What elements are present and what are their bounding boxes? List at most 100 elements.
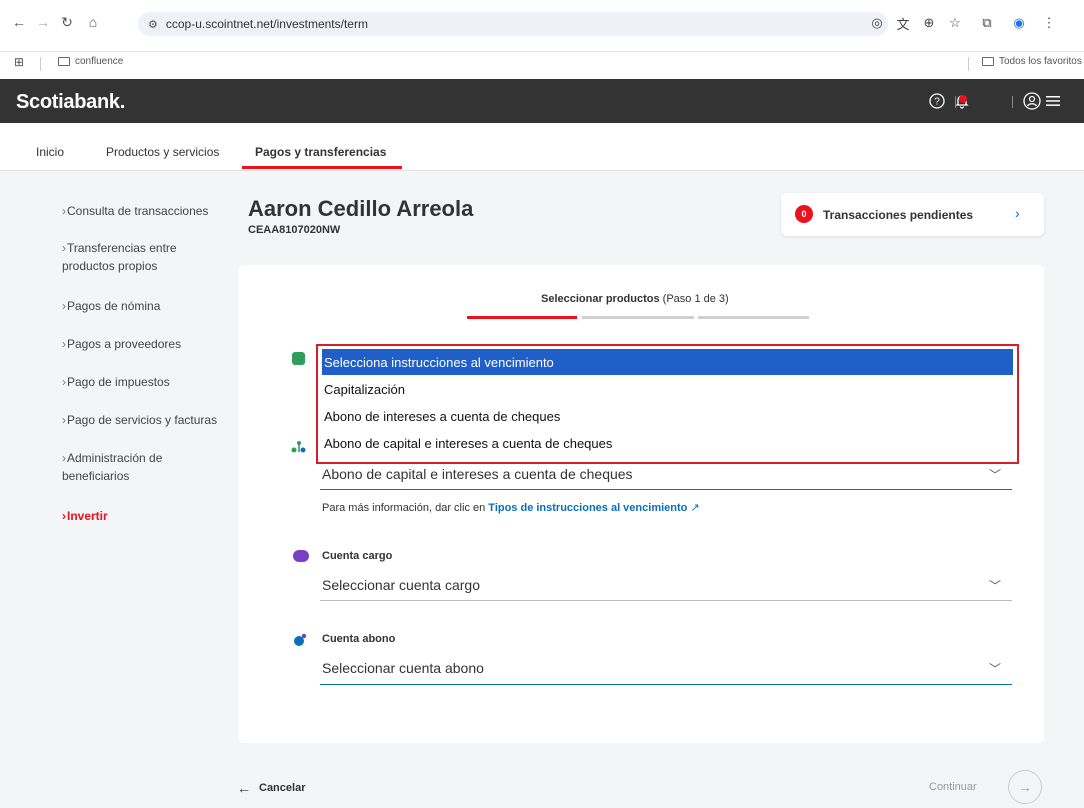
home-icon[interactable]: ⌂ bbox=[82, 11, 104, 33]
bookmark-folder-confluence[interactable]: confluence bbox=[58, 56, 123, 67]
sidebar-item-label: Pago de servicios y facturas bbox=[67, 413, 218, 427]
plant-icon bbox=[291, 440, 307, 454]
chevron-right-icon: › bbox=[62, 241, 66, 255]
chevron-right-icon: › bbox=[62, 451, 66, 465]
chevron-right-icon: › bbox=[62, 299, 66, 313]
all-bookmarks[interactable]: Todos los favoritos bbox=[982, 56, 1082, 67]
svg-text:?: ? bbox=[934, 97, 940, 108]
scotiabank-logo[interactable]: Scotiabank. bbox=[16, 91, 125, 114]
chevron-right-icon: › bbox=[62, 337, 66, 351]
translate-icon[interactable]: 文 bbox=[892, 12, 914, 34]
bookmark-folder-label: confluence bbox=[75, 56, 124, 67]
active-nav-indicator bbox=[242, 166, 402, 169]
star-icon[interactable]: ☆ bbox=[944, 12, 966, 34]
back-icon[interactable]: ← bbox=[8, 11, 30, 33]
info-prefix: Para más información, dar clic en bbox=[322, 502, 489, 514]
step-indicator-2 bbox=[582, 316, 694, 319]
step-counter: (Paso 1 de 3) bbox=[662, 293, 729, 305]
nav-inicio[interactable]: Inicio bbox=[36, 145, 64, 159]
sidebar-item-invertir[interactable]: ›Invertir bbox=[62, 507, 108, 525]
cancel-button[interactable]: ← Cancelar bbox=[237, 780, 305, 796]
dropdown-option[interactable]: Capitalización bbox=[322, 376, 1013, 402]
sidebar-item-pagos-proveedores[interactable]: ›Pagos a proveedores bbox=[62, 335, 181, 353]
user-avatar-icon[interactable] bbox=[1022, 90, 1042, 112]
step-name: Seleccionar productos bbox=[541, 293, 660, 305]
user-id: CEAA8107020NW bbox=[248, 224, 341, 236]
arrow-right-icon: → bbox=[1018, 779, 1032, 795]
cuenta-cargo-label: Cuenta cargo bbox=[322, 550, 393, 562]
cuenta-abono-label: Cuenta abono bbox=[322, 633, 396, 645]
cuenta-cargo-select[interactable]: Seleccionar cuenta cargo bbox=[322, 577, 480, 593]
dropdown-option[interactable]: Abono de intereses a cuenta de cheques bbox=[322, 403, 1013, 429]
external-link-icon[interactable]: ↗ bbox=[690, 502, 699, 514]
sidebar-item-pagos-nomina[interactable]: ›Pagos de nómina bbox=[62, 297, 160, 315]
coin-icon bbox=[293, 633, 307, 647]
sidebar-item-pago-impuestos[interactable]: ›Pago de impuestos bbox=[62, 373, 170, 391]
folder-icon bbox=[58, 57, 70, 66]
chevron-right-icon: › bbox=[62, 204, 66, 218]
folder-icon bbox=[982, 57, 994, 66]
chevron-down-icon[interactable]: ﹀ bbox=[989, 577, 1001, 594]
instructions-types-link[interactable]: Tipos de instrucciones al vencimiento bbox=[488, 502, 687, 514]
sidebar-item-administracion-beneficiarios[interactable]: ›Administración de beneficiarios bbox=[62, 449, 192, 485]
hamburger-menu-icon[interactable] bbox=[1044, 90, 1062, 112]
location-icon[interactable]: ◎ bbox=[866, 12, 888, 34]
continue-label: Continuar bbox=[929, 781, 977, 793]
extensions-icon[interactable]: ⧉ bbox=[976, 12, 998, 34]
url-text: ccop-u.scointnet.net/investments/term bbox=[165, 17, 368, 31]
zoom-icon[interactable]: ⊕ bbox=[918, 12, 940, 34]
sidebar-item-label: Pago de impuestos bbox=[67, 375, 170, 389]
site-settings-icon[interactable]: ⚙ bbox=[148, 18, 158, 31]
notification-dot bbox=[959, 95, 967, 103]
continue-button[interactable]: → bbox=[1008, 770, 1042, 804]
step-indicator-1 bbox=[467, 316, 577, 319]
arrow-left-icon: ← bbox=[237, 780, 251, 796]
profile-icon[interactable]: ◉ bbox=[1008, 12, 1030, 34]
instructions-info: Para más información, dar clic en Tipos … bbox=[322, 501, 700, 514]
chevron-right-icon: › bbox=[62, 413, 66, 427]
sidebar-item-transferencias-propios[interactable]: ›Transferencias entre productos propios bbox=[62, 239, 202, 275]
site-header bbox=[0, 79, 1084, 123]
wallet-icon bbox=[293, 550, 309, 562]
dropdown-option[interactable]: Selecciona instrucciones al vencimiento bbox=[322, 349, 1013, 375]
pending-count-badge: 0 bbox=[795, 205, 813, 223]
header-separator bbox=[1012, 96, 1013, 108]
sidebar-item-label: Pagos a proveedores bbox=[67, 337, 182, 351]
browser-menu-icon[interactable]: ⋮ bbox=[1038, 12, 1060, 34]
all-bookmarks-label: Todos los favoritos bbox=[999, 56, 1082, 67]
sidebar-item-label: Administración de beneficiarios bbox=[62, 451, 163, 483]
chevron-right-icon: › bbox=[62, 375, 66, 389]
page-title: Aaron Cedillo Arreola bbox=[248, 196, 474, 221]
reload-icon[interactable]: ↻ bbox=[56, 11, 78, 33]
step-indicator-3 bbox=[698, 316, 809, 319]
cuenta-abono-select[interactable]: Seleccionar cuenta abono bbox=[322, 660, 484, 676]
sidebar-item-label: Consulta de transacciones bbox=[67, 204, 209, 218]
chevron-right-icon[interactable]: › bbox=[1015, 205, 1020, 221]
nav-pagos-y-transferencias[interactable]: Pagos y transferencias bbox=[255, 145, 386, 159]
sidebar-item-label: Invertir bbox=[67, 509, 108, 523]
sidebar-item-label: Transferencias entre productos propios bbox=[62, 241, 177, 273]
apps-grid-icon[interactable]: ⊞ bbox=[14, 55, 24, 69]
bookmarks-bar bbox=[0, 52, 1084, 78]
sidebar-item-label: Pagos de nómina bbox=[67, 299, 161, 313]
cuenta-cargo-underline bbox=[320, 600, 1012, 601]
nav-productos-y-servicios[interactable]: Productos y servicios bbox=[106, 145, 219, 159]
chevron-down-icon[interactable]: ﹀ bbox=[989, 660, 1001, 677]
forward-icon[interactable]: → bbox=[32, 11, 54, 33]
cuenta-abono-underline bbox=[320, 684, 1012, 685]
address-bar[interactable]: ⚙ ccop-u.scointnet.net/investments/term bbox=[138, 12, 888, 36]
bookmark-separator bbox=[968, 57, 969, 71]
instructions-select-value[interactable]: Abono de capital e intereses a cuenta de… bbox=[322, 466, 633, 482]
help-icon[interactable]: ? bbox=[927, 90, 947, 112]
bookmark-separator bbox=[40, 57, 41, 71]
dropdown-option[interactable]: Abono de capital e intereses a cuenta de… bbox=[322, 430, 1013, 456]
chevron-down-icon[interactable]: ﹀ bbox=[989, 466, 1001, 483]
sidebar-item-pago-servicios[interactable]: ›Pago de servicios y facturas bbox=[62, 411, 217, 429]
chevron-right-icon: › bbox=[62, 509, 66, 523]
cancel-label: Cancelar bbox=[259, 782, 306, 794]
instructions-select-underline bbox=[320, 489, 1012, 490]
instructions-dropdown-list: Selecciona instrucciones al vencimiento … bbox=[316, 344, 1019, 464]
step-title: Seleccionar productos (Paso 1 de 3) bbox=[541, 293, 729, 305]
pending-transactions-label: Transacciones pendientes bbox=[823, 208, 974, 222]
sidebar-item-consulta-transacciones[interactable]: ›Consulta de transacciones bbox=[62, 202, 208, 220]
